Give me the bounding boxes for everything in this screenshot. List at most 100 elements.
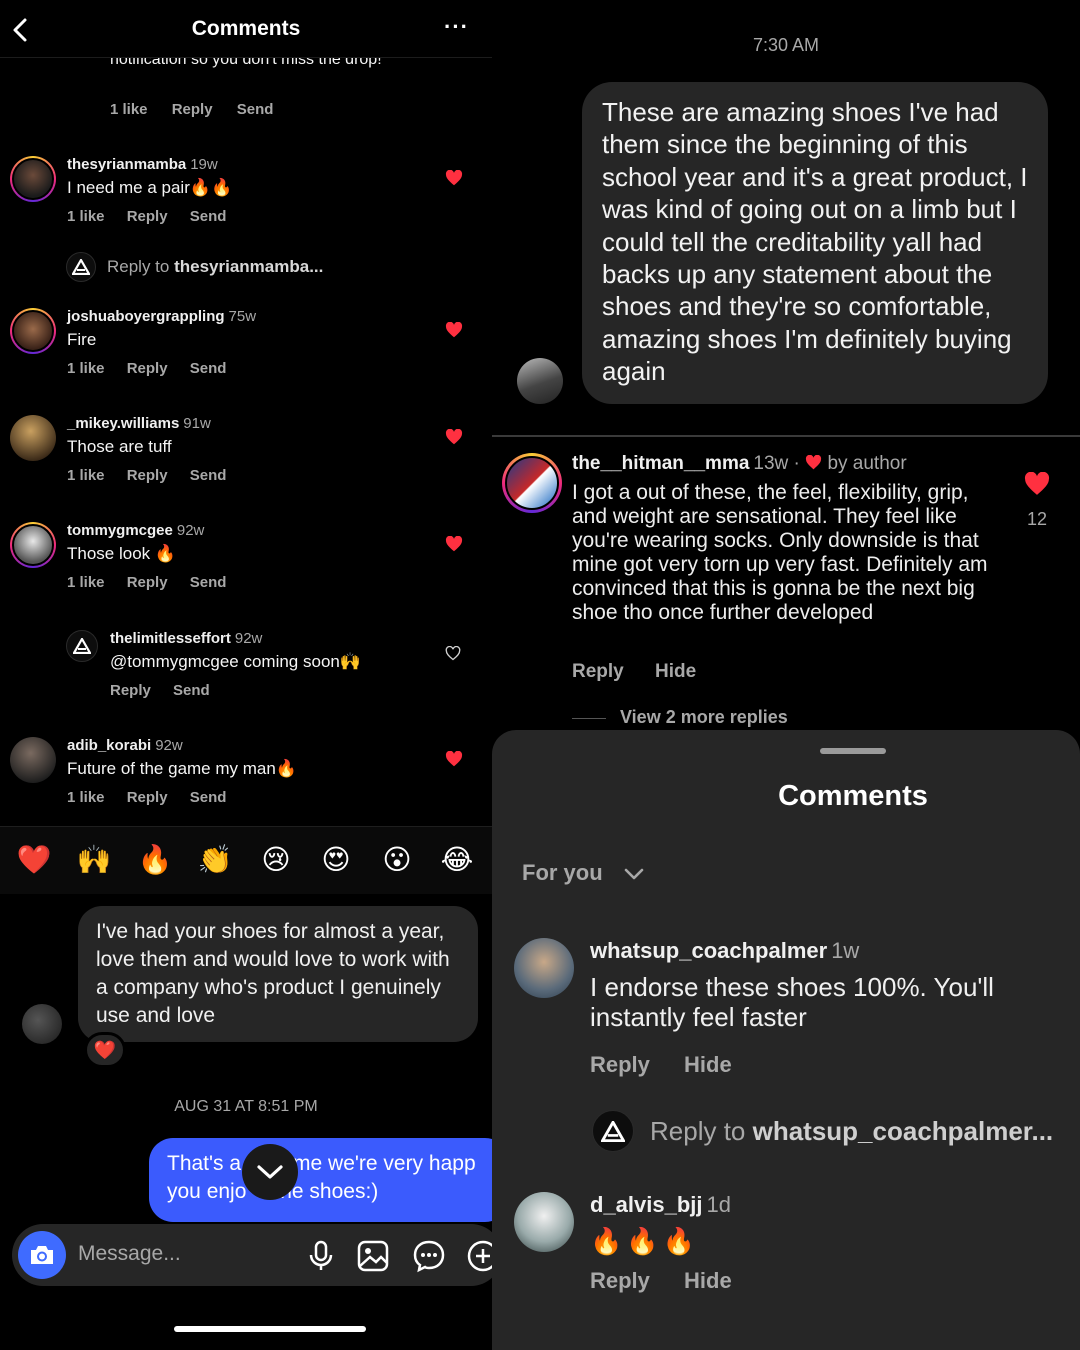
reply-button[interactable]: Reply — [572, 661, 624, 682]
message-input[interactable]: Message... — [78, 1242, 181, 1266]
reply-to-prefix: Reply to — [107, 257, 175, 276]
comment-meta: Reply Send — [110, 682, 228, 699]
comment-text: Future of the game my man🔥 — [67, 759, 297, 778]
hide-button[interactable]: Hide — [684, 1268, 732, 1293]
hide-button[interactable]: Hide — [684, 1052, 732, 1077]
view-more-replies[interactable]: View 2 more replies — [572, 707, 788, 728]
comment-header: the__hitman__mma 13w · by author — [572, 453, 907, 475]
reply-button[interactable]: Reply — [590, 1268, 650, 1293]
reply-button[interactable]: Reply — [127, 467, 168, 484]
avatar[interactable] — [10, 522, 56, 568]
send-button[interactable]: Send — [173, 682, 210, 699]
reply-to-user: whatsup_coachpalmer... — [752, 1116, 1054, 1146]
heart-filled-icon[interactable] — [445, 429, 463, 445]
emoji-surprised[interactable]: 😮 — [379, 843, 415, 876]
comment-text: I endorse these shoes 100%. You'll insta… — [590, 972, 994, 1032]
heart-outline-icon[interactable] — [445, 646, 461, 661]
avatar[interactable] — [22, 1004, 62, 1044]
comment-text: Fire — [67, 330, 97, 349]
emoji-clap[interactable]: 👏 — [197, 843, 233, 876]
heart-filled-icon[interactable] — [445, 536, 463, 552]
brand-logo-icon — [592, 1110, 634, 1152]
avatar[interactable] — [66, 630, 98, 662]
reply-button[interactable]: Reply — [172, 101, 213, 118]
comment-username[interactable]: tommygmcgee 92w — [67, 522, 204, 539]
outgoing-text-line: me we're very happ — [293, 1152, 476, 1175]
avatar[interactable] — [10, 308, 56, 354]
comment-text: I need me a pair🔥🔥 — [67, 178, 233, 197]
comment-actions: Reply Hide — [590, 1268, 760, 1294]
sticker-chat-icon[interactable] — [412, 1239, 446, 1273]
like-count[interactable]: 1 like — [67, 574, 105, 591]
like-count[interactable]: 1 like — [110, 101, 148, 118]
send-button[interactable]: Send — [190, 467, 227, 484]
like-count[interactable]: 1 like — [67, 360, 105, 377]
reply-button[interactable]: Reply — [127, 208, 168, 225]
avatar[interactable] — [514, 938, 574, 998]
gallery-icon[interactable] — [356, 1239, 390, 1273]
emoji-heart-eyes[interactable]: 😍 — [318, 843, 354, 876]
send-button[interactable]: Send — [190, 360, 227, 377]
sort-label: For you — [522, 860, 603, 885]
heart-filled-icon[interactable] — [1024, 472, 1050, 496]
reply-to-user: thesyrianmamba... — [174, 257, 324, 276]
comment-username[interactable]: joshuaboyergrappling 75w — [67, 308, 256, 325]
camera-button[interactable] — [18, 1231, 66, 1279]
comment-username[interactable]: _mikey.williams 91w — [67, 415, 211, 432]
microphone-icon[interactable] — [304, 1239, 338, 1273]
reply-to-prefix: Reply to — [650, 1116, 753, 1146]
scroll-to-bottom-button[interactable] — [242, 1144, 298, 1200]
send-button[interactable]: Send — [190, 574, 227, 591]
sheet-drag-handle[interactable] — [820, 748, 886, 754]
reply-button[interactable]: Reply — [127, 574, 168, 591]
comment-username[interactable]: thesyrianmamba 19w — [67, 156, 218, 173]
message-timestamp: AUG 31 AT 8:51 PM — [174, 1098, 318, 1115]
add-icon[interactable] — [466, 1239, 492, 1273]
comment-username[interactable]: whatsup_coachpalmer 1w — [590, 938, 859, 964]
emoji-cry[interactable]: 😢 — [258, 843, 294, 876]
like-count[interactable]: 1 like — [67, 208, 105, 225]
reply-button[interactable]: Reply — [590, 1052, 650, 1077]
incoming-message[interactable]: These are amazing shoes I've had them si… — [582, 82, 1048, 404]
send-button[interactable]: Send — [190, 208, 227, 225]
reply-button[interactable]: Reply — [110, 682, 151, 699]
outgoing-message[interactable]: That's a me we're very happ you enjo the s… — [149, 1138, 492, 1222]
heart-filled-icon[interactable] — [445, 322, 463, 338]
reply-to-prompt[interactable]: Reply to whatsup_coachpalmer... — [592, 1110, 1072, 1154]
sort-dropdown[interactable]: For you — [522, 860, 645, 886]
like-count[interactable]: 1 like — [67, 467, 105, 484]
emoji-raised-hands[interactable]: 🙌 — [76, 843, 112, 876]
comment-username[interactable]: d_alvis_bjj 1d — [590, 1192, 731, 1218]
instagram-comments-panel: Comments ··· notification so you don't m… — [0, 0, 492, 1350]
message-reaction[interactable]: ❤️ — [84, 1032, 126, 1068]
heart-filled-icon[interactable] — [445, 170, 463, 186]
camera-icon — [31, 1246, 53, 1264]
avatar[interactable] — [10, 737, 56, 783]
avatar[interactable] — [502, 453, 562, 513]
incoming-message[interactable]: I've had your shoes for almost a year, l… — [78, 906, 478, 1042]
more-options-icon[interactable]: ··· — [444, 16, 469, 38]
truncated-comment-meta: 1 like Reply Send — [110, 101, 293, 118]
comment-username[interactable]: adib_korabi 92w — [67, 737, 183, 754]
featured-comment: the__hitman__mma 13w · by author I got a … — [492, 435, 1080, 730]
send-button[interactable]: Send — [237, 101, 274, 118]
emoji-heart[interactable]: ❤️ — [16, 843, 52, 876]
comment-meta: 1 like Reply Send — [67, 208, 244, 225]
separator: · — [793, 453, 800, 474]
reply-button[interactable]: Reply — [127, 789, 168, 806]
comment-username[interactable]: thelimitlesseffort 92w — [110, 630, 262, 647]
comment-username[interactable]: the__hitman__mma — [572, 453, 749, 474]
comments-bottom-sheet: Comments For you whatsup_coachpalmer 1w I… — [492, 730, 1080, 1350]
hide-button[interactable]: Hide — [655, 661, 696, 682]
heart-filled-icon[interactable] — [445, 751, 463, 767]
like-count[interactable]: 1 like — [67, 789, 105, 806]
emoji-fire[interactable]: 🔥 — [137, 843, 173, 876]
reply-button[interactable]: Reply — [127, 360, 168, 377]
avatar[interactable] — [10, 156, 56, 202]
emoji-reaction-bar: ❤️ 🙌 🔥 👏 😢 😍 😮 😂 — [0, 826, 492, 894]
avatar[interactable] — [514, 1192, 574, 1252]
avatar[interactable] — [10, 415, 56, 461]
avatar[interactable] — [517, 358, 563, 404]
emoji-laugh[interactable]: 😂 — [439, 843, 475, 876]
send-button[interactable]: Send — [190, 789, 227, 806]
